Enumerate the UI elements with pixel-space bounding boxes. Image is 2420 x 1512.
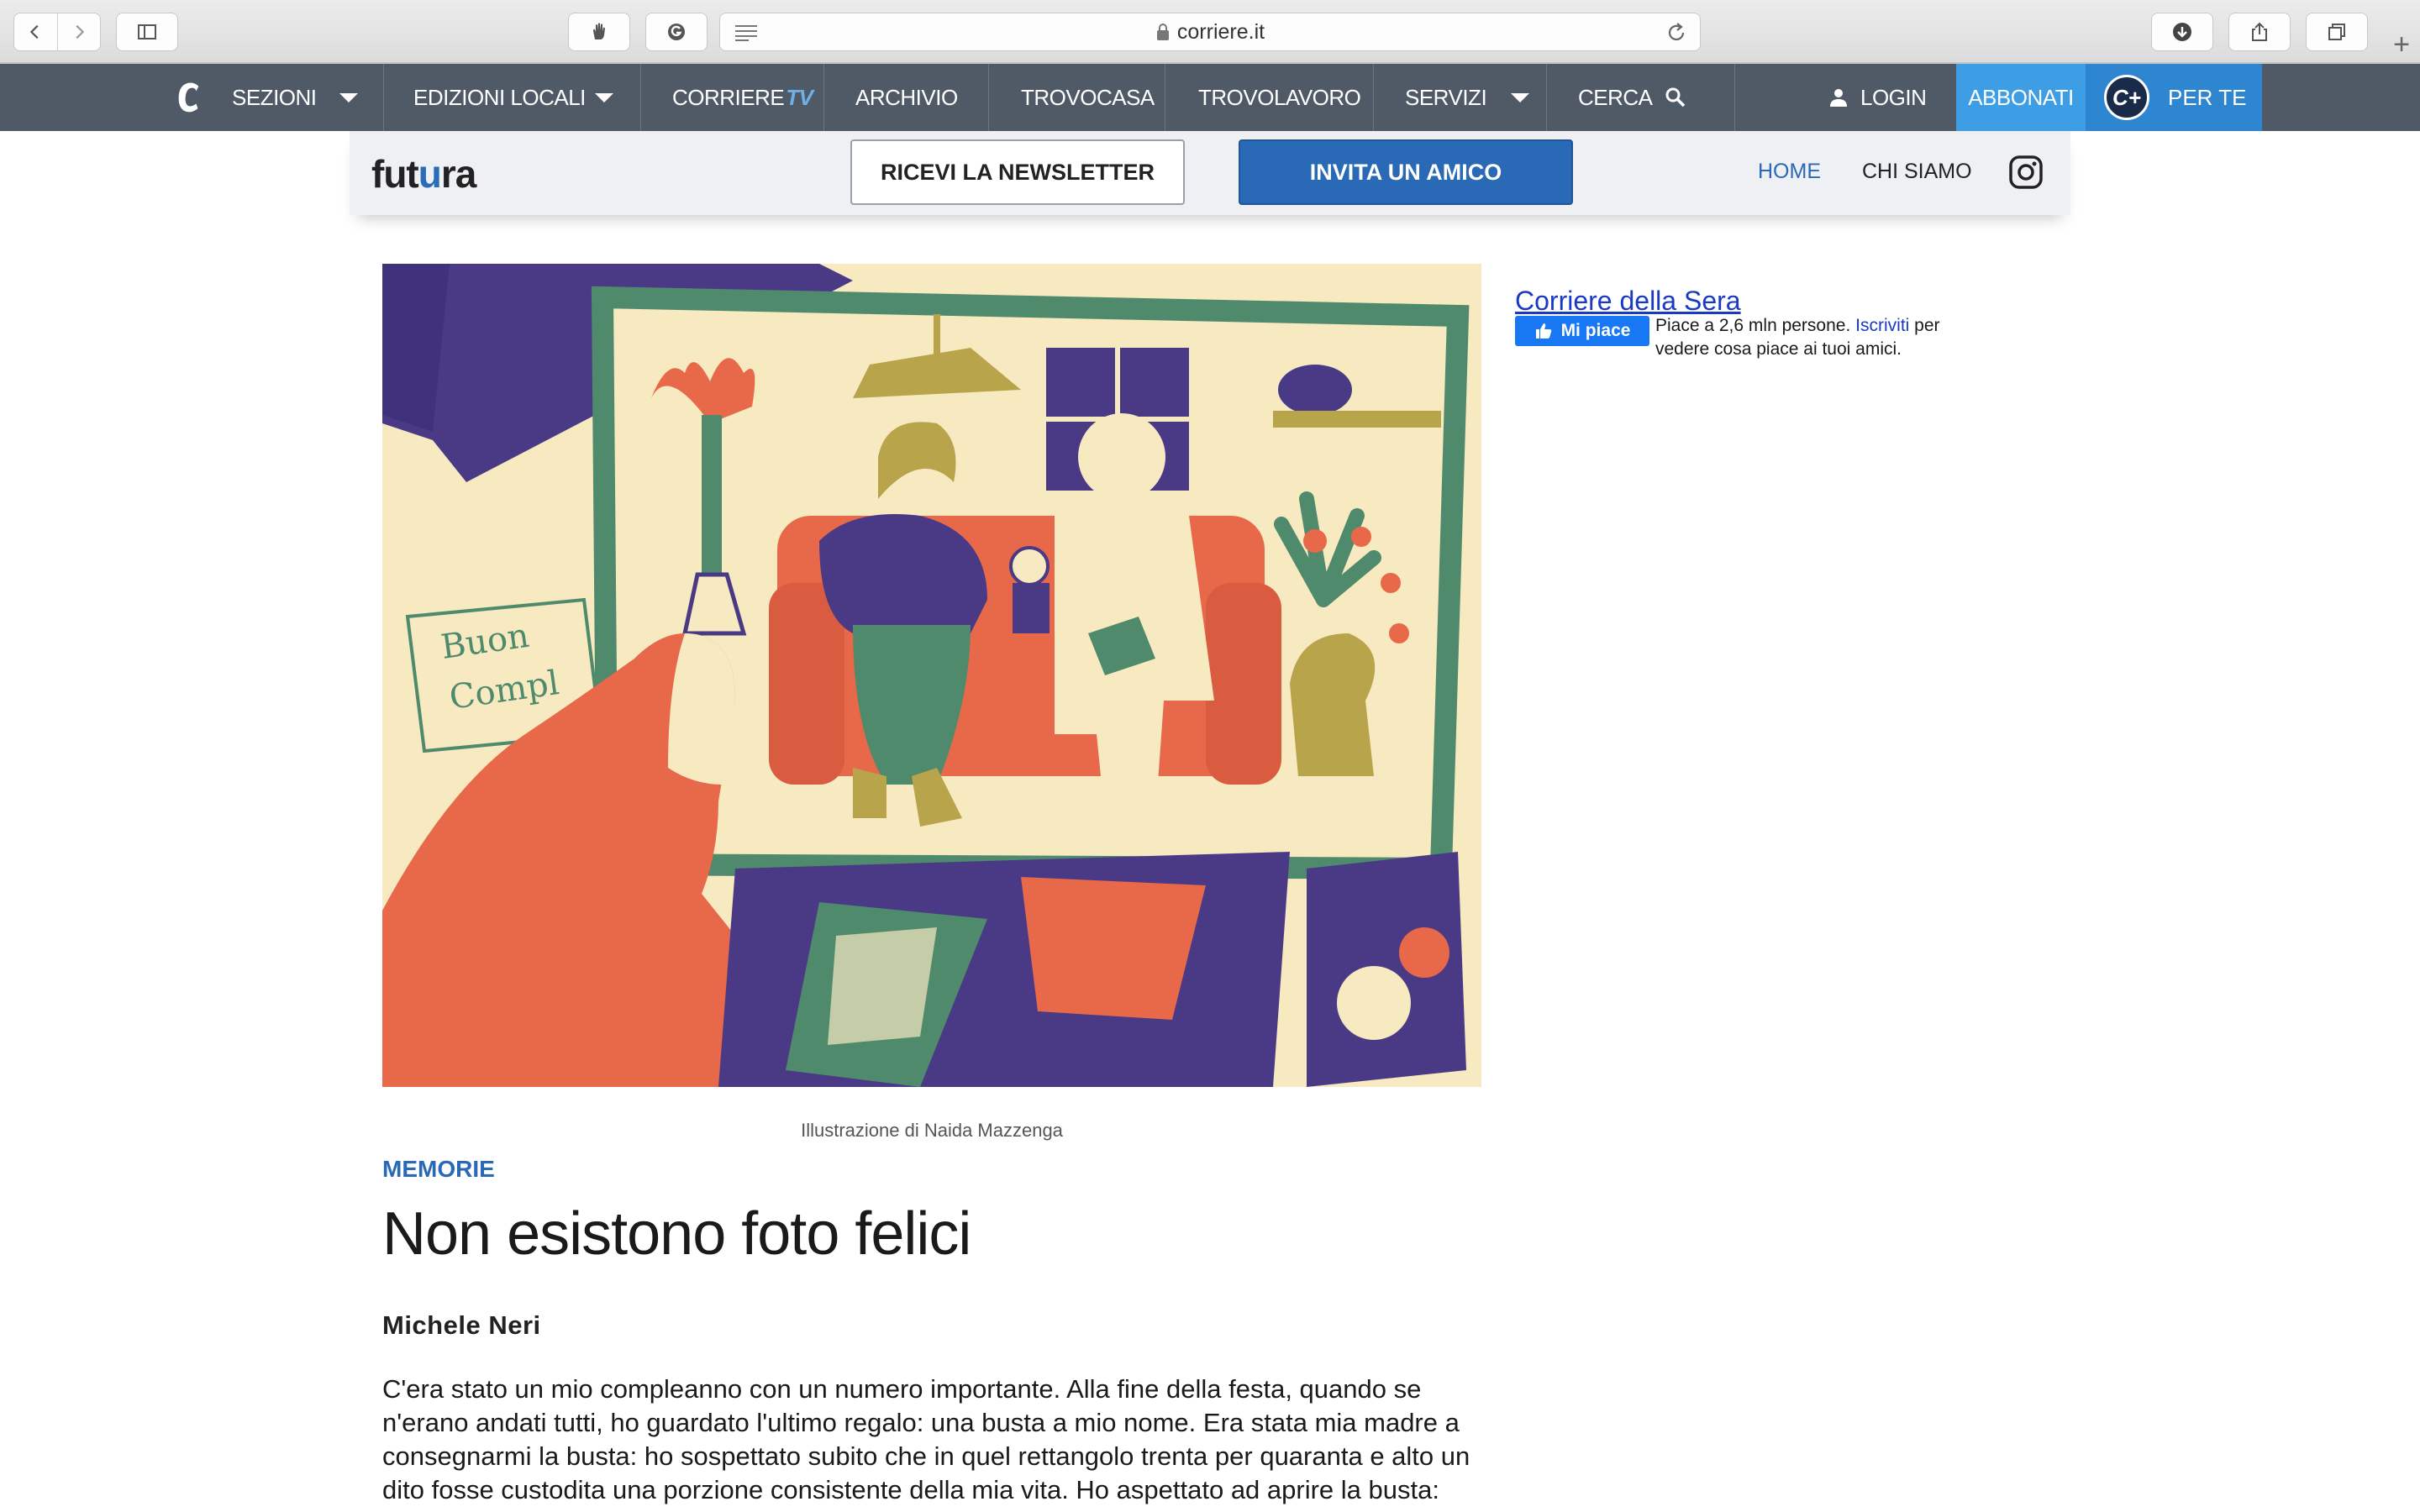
nav-login[interactable]: LOGIN [1828, 64, 1927, 131]
nav-sezioni[interactable]: SEZIONI [232, 64, 317, 131]
abbonati-button[interactable]: ABBONATI [1956, 64, 2086, 131]
illustration-photo-in-hand: Buon Compl [382, 264, 1481, 1087]
futura-logo[interactable]: futura [371, 151, 476, 197]
nav-archivio[interactable]: ARCHIVIO [855, 64, 958, 131]
invite-friend-button[interactable]: INVITA UN AMICO [1239, 139, 1573, 205]
grammarly-extension-button[interactable] [645, 13, 708, 51]
url-text: corriere.it [1176, 19, 1265, 44]
history-nav [13, 13, 101, 51]
article-body: C'era stato un mio compleanno con un num… [382, 1374, 1470, 1504]
nav-corriere-tv[interactable]: CORRIERE TV [672, 64, 813, 131]
main-navigation: SEZIONI EDIZIONI LOCALI CORRIERE TV ARCHI… [0, 64, 2420, 131]
futura-header: futura RICEVI LA NEWSLETTER INVITA UN AM… [350, 131, 2070, 215]
downloads-button[interactable] [2151, 13, 2213, 51]
facebook-likes-text: Piace a 2,6 mln persone. Iscriviti per v… [1655, 316, 1940, 359]
lock-icon [1156, 24, 1169, 40]
per-te-button[interactable]: C+ PER TE [2086, 64, 2262, 131]
corriere-plus-icon: C+ [2104, 75, 2149, 120]
corriere-c-logo-icon [178, 82, 199, 113]
nav-chi-siamo-link[interactable]: CHI SIAMO [1862, 160, 1972, 184]
newsletter-button[interactable]: RICEVI LA NEWSLETTER [850, 139, 1185, 205]
thumbs-up-icon [1535, 323, 1551, 339]
share-button[interactable] [2228, 13, 2291, 51]
nav-trovolavoro[interactable]: TROVOLAVORO [1198, 64, 1361, 131]
browser-toolbar: corriere.it + [0, 0, 2420, 64]
sidebar-toggle-button[interactable] [116, 13, 178, 51]
corriere-logo[interactable] [175, 64, 203, 131]
search-icon [1665, 87, 1685, 108]
sidebar-icon [138, 24, 156, 39]
new-tab-icon[interactable]: + [2383, 25, 2420, 64]
privacy-extension-button[interactable] [568, 13, 630, 51]
servizi-dropdown-icon[interactable] [1511, 93, 1529, 102]
sezioni-dropdown-icon[interactable] [339, 93, 358, 102]
facebook-signup-link[interactable]: Iscriviti [1855, 316, 1909, 335]
user-icon [1830, 89, 1847, 107]
grammarly-icon [668, 24, 685, 40]
forward-icon[interactable] [56, 13, 101, 50]
tabs-icon [2328, 24, 2345, 40]
reader-icon[interactable] [734, 24, 759, 42]
tabs-overview-button[interactable] [2306, 13, 2368, 51]
article-hero-illustration: Buon Compl [382, 264, 1481, 1087]
article-author: Michele Neri [382, 1310, 541, 1340]
edizioni-dropdown-icon[interactable] [595, 93, 613, 102]
article-title: Non esistono foto felici [382, 1200, 971, 1268]
share-icon [2252, 22, 2267, 41]
download-icon [2173, 23, 2191, 41]
hand-shield-icon [593, 23, 605, 39]
facebook-page-link[interactable]: Corriere della Sera [1515, 286, 1741, 317]
instagram-icon[interactable] [2008, 155, 2044, 190]
nav-servizi[interactable]: SERVIZI [1405, 64, 1487, 131]
back-icon[interactable] [14, 13, 57, 50]
nav-cerca[interactable]: CERCA [1578, 64, 1686, 131]
nav-edizioni-locali[interactable]: EDIZIONI LOCALI [413, 64, 586, 131]
nav-trovocasa[interactable]: TROVOCASA [1021, 64, 1155, 131]
article-category[interactable]: MEMORIE [382, 1156, 495, 1183]
facebook-like-button[interactable]: Mi piace [1515, 316, 1649, 346]
address-bar[interactable]: corriere.it [719, 13, 1701, 51]
nav-home-link[interactable]: HOME [1758, 160, 1821, 184]
image-caption: Illustrazione di Naida Mazzenga [801, 1120, 1063, 1141]
reload-icon[interactable] [1665, 21, 1688, 45]
